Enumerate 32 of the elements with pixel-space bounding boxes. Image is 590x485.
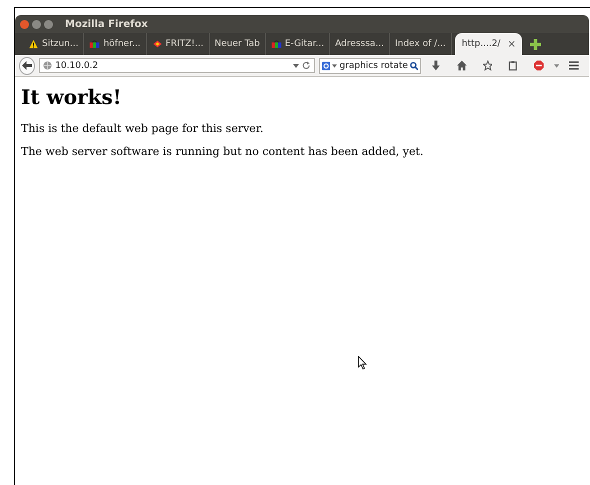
globe-icon [43,61,52,70]
stop-sign-icon[interactable] [534,60,544,71]
page-paragraph: The web server software is running but no content has been added, yet. [21,145,424,158]
back-arrow-icon [22,61,32,70]
page-heading: It works! [21,85,123,109]
shopping-bag-icon [89,39,100,49]
dropdown-icon[interactable] [293,64,300,68]
dropdown-icon[interactable] [554,64,560,68]
search-icon[interactable] [410,60,418,70]
new-tab-icon[interactable] [530,39,541,50]
dropdown-icon[interactable] [332,64,338,68]
bookmark-star-icon[interactable] [482,60,492,71]
mouse-pointer-icon [358,356,367,370]
shopping-bag-icon [270,39,282,49]
back-button[interactable] [19,56,36,74]
home-icon[interactable] [456,60,467,71]
reload-icon[interactable] [302,61,312,70]
window-title: Mozilla Firefox [65,18,148,30]
close-button[interactable] [20,20,29,28]
tab-close-button[interactable]: × [507,38,516,50]
download-icon[interactable] [431,60,441,71]
clipboard-icon[interactable] [508,60,518,71]
maximize-button[interactable] [44,20,53,28]
menu-icon[interactable] [569,60,579,71]
address-field[interactable]: 10.10.0.2 [39,58,316,73]
minimize-button[interactable] [32,20,41,28]
warning-icon [28,39,39,49]
page-paragraph: This is the default web page for this server. [21,122,264,135]
browser-tab[interactable]: http....2/ × [454,33,522,55]
search-engine-icon[interactable] [322,60,330,70]
diamond-icon [152,39,163,49]
search-field[interactable]: graphics rotate [319,58,422,74]
